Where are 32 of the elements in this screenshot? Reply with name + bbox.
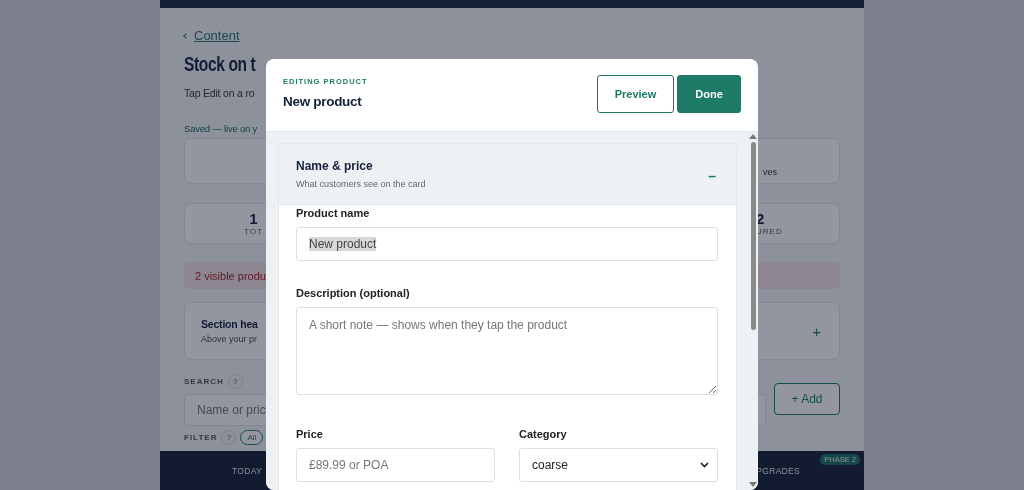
summary-label: ves bbox=[763, 167, 777, 177]
page-subtitle: Tap Edit on a ro bbox=[184, 87, 255, 99]
section-title: Section hea bbox=[201, 318, 258, 330]
price-field[interactable]: £89.99 or POA bbox=[296, 448, 495, 482]
section-header[interactable]: Name & price What customers see on the card – bbox=[279, 144, 736, 205]
description-field[interactable]: A short note — shows when they tap the product bbox=[296, 307, 718, 395]
page-title: Stock on t bbox=[184, 51, 256, 77]
stat-label: TOT bbox=[244, 227, 263, 236]
back-link[interactable]: Content bbox=[184, 28, 240, 43]
filter-chip[interactable]: All bbox=[240, 430, 264, 445]
filter-label: FILTER bbox=[184, 433, 218, 442]
preview-button[interactable]: Preview bbox=[597, 75, 674, 113]
add-section-button[interactable]: + bbox=[808, 322, 825, 340]
section-subtitle: What customers see on the card bbox=[296, 179, 426, 189]
field-label: Product name bbox=[296, 207, 370, 219]
caret-icon bbox=[700, 462, 709, 468]
field-label: Category bbox=[519, 428, 567, 440]
add-button[interactable]: + Add bbox=[774, 383, 840, 415]
done-button[interactable]: Done bbox=[677, 75, 741, 113]
search-label: SEARCH bbox=[184, 377, 224, 386]
collapse-toggle[interactable]: – bbox=[708, 168, 716, 184]
stat-label: URED bbox=[756, 227, 783, 236]
field-label: Price bbox=[296, 428, 323, 440]
save-status: Saved — live on y bbox=[184, 123, 258, 134]
text-field[interactable]: New product bbox=[296, 227, 718, 261]
section-subtitle: Above your pr bbox=[201, 334, 258, 344]
stat-value: 1 bbox=[249, 211, 258, 227]
category-select[interactable]: coarse bbox=[519, 448, 718, 482]
dialog-title: New product bbox=[283, 94, 363, 109]
field-label: Description (optional) bbox=[296, 287, 410, 299]
section-title: Name & price bbox=[296, 159, 374, 173]
nav-tab[interactable]: TODAY bbox=[232, 465, 262, 476]
